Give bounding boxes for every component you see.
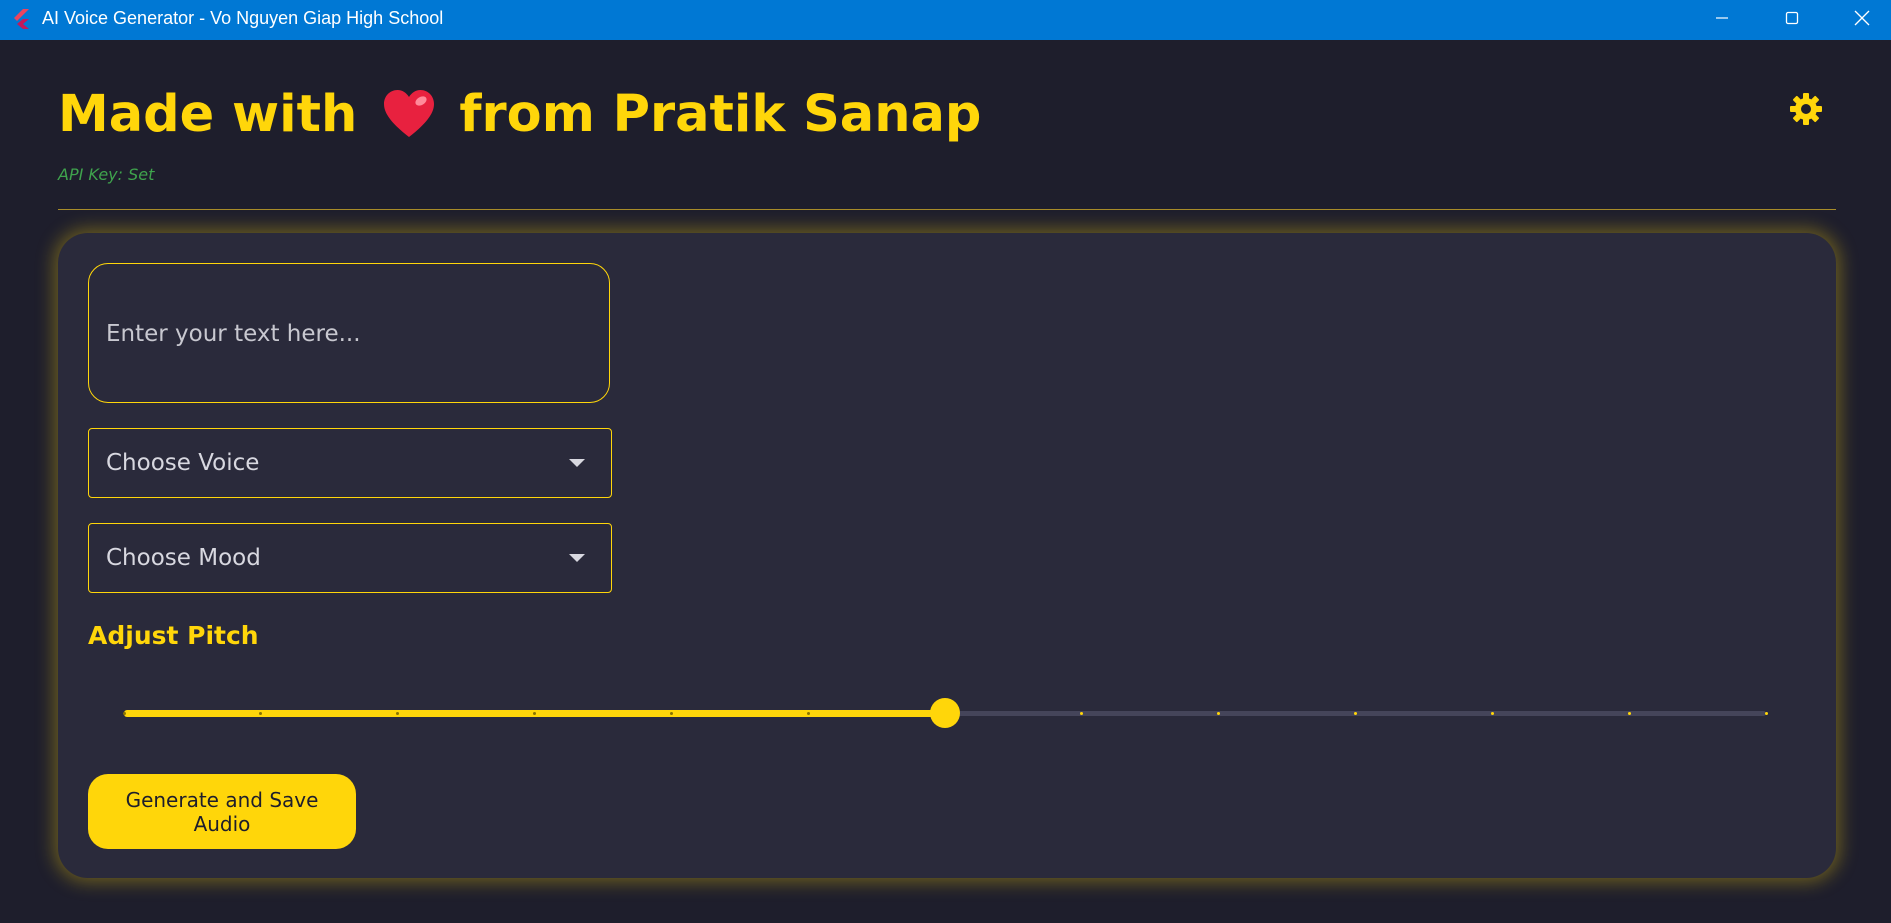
slider-tick [1354, 712, 1357, 715]
generate-save-audio-button[interactable]: Generate and Save Audio [88, 774, 356, 849]
main-card: Choose Voice Choose Mood Adjust Pitch Ge… [58, 233, 1836, 878]
close-button[interactable] [1827, 0, 1891, 36]
slider-tick [1490, 712, 1494, 715]
header-divider [58, 209, 1836, 210]
flutter-icon [14, 9, 29, 29]
text-input[interactable] [88, 263, 610, 403]
close-icon [1854, 10, 1870, 26]
voice-dropdown[interactable]: Choose Voice [88, 428, 612, 498]
maximize-button[interactable] [1757, 0, 1827, 36]
heart-emoji-icon [384, 90, 435, 137]
window-titlebar[interactable]: AI Voice Generator - Vo Nguyen Giap High… [0, 0, 1891, 40]
voice-dropdown-label: Choose Voice [106, 450, 260, 476]
minimize-button[interactable] [1687, 0, 1757, 36]
settings-button[interactable] [1789, 92, 1823, 126]
page-title: Made with from Pratik Sanap [58, 80, 981, 150]
dropdown-arrow-icon [569, 459, 585, 467]
pitch-slider[interactable] [122, 693, 1774, 733]
slider-tick [122, 712, 126, 715]
slider-tick [806, 712, 810, 715]
title-suffix: from Pratik Sanap [459, 85, 982, 144]
slider-thumb[interactable] [930, 698, 960, 728]
api-key-status: API Key: Set [58, 165, 155, 184]
gear-icon [1790, 93, 1822, 125]
slider-tick [669, 712, 673, 715]
slider-tick [533, 712, 536, 715]
pitch-label: Adjust Pitch [88, 621, 259, 650]
maximize-icon [1785, 11, 1799, 25]
mood-dropdown[interactable]: Choose Mood [88, 523, 612, 593]
dropdown-arrow-icon [569, 554, 585, 562]
title-prefix: Made with [58, 85, 358, 144]
window-title: AI Voice Generator - Vo Nguyen Giap High… [42, 8, 444, 28]
minimize-icon [1716, 17, 1728, 19]
slider-tick [1627, 712, 1631, 715]
slider-tick [1764, 712, 1768, 715]
mood-dropdown-label: Choose Mood [106, 545, 261, 571]
